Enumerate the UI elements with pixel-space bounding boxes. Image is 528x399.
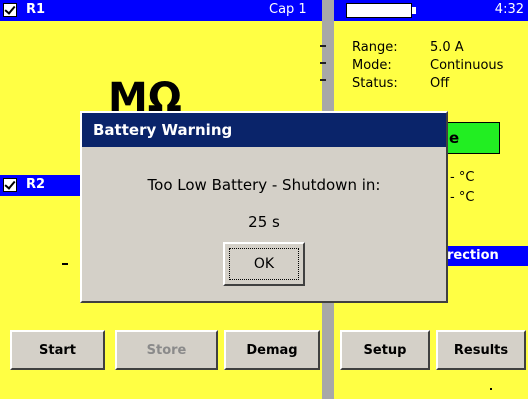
demag-button[interactable]: Demag [224,330,320,370]
mode-value: Continuous [430,58,504,73]
range-value: 5.0 A [430,40,464,55]
status-value: Off [430,76,450,91]
setup-button[interactable]: Setup [340,330,430,370]
status-indicator-text: e [449,129,460,147]
r1-title-bar: R1 Cap 1 [0,0,322,21]
divider-tick [320,62,326,64]
temp-reading-2: - °C [450,190,475,205]
r2-label: R2 [26,177,46,192]
divider-tick [320,79,326,81]
status-bar: 4:32 [334,0,528,21]
r1-cap-label: Cap 1 [269,2,307,17]
dialog-countdown: 25 s [248,213,280,231]
focus-rect [229,248,299,280]
r1-label: R1 [26,2,46,17]
battery-warning-dialog: Battery Warning Too Low Battery - Shutdo… [80,111,448,303]
r2-title-bar: R2 [0,175,90,196]
r2-checkbox[interactable] [3,178,17,192]
start-button[interactable]: Start [10,330,105,370]
mode-label: Mode: [352,58,392,73]
status-label: Status: [352,76,398,91]
dialog-message: Too Low Battery - Shutdown in: [147,176,381,194]
clock: 4:32 [494,2,524,17]
divider-tick [320,45,326,47]
battery-indicator [346,3,412,18]
r2-dash [62,263,68,265]
results-button[interactable]: Results [436,330,526,370]
dialog-title: Battery Warning [93,121,233,139]
direction-bar: rection [445,246,528,266]
store-button[interactable]: Store [115,330,218,370]
temp-reading-1: - °C [450,170,475,185]
status-dot [490,388,492,390]
range-label: Range: [352,40,398,55]
r1-checkbox[interactable] [3,3,17,17]
battery-terminal [412,7,416,14]
direction-label: rection [447,248,499,263]
dialog-title-bar: Battery Warning [82,113,446,147]
ok-button[interactable]: OK [223,242,305,286]
